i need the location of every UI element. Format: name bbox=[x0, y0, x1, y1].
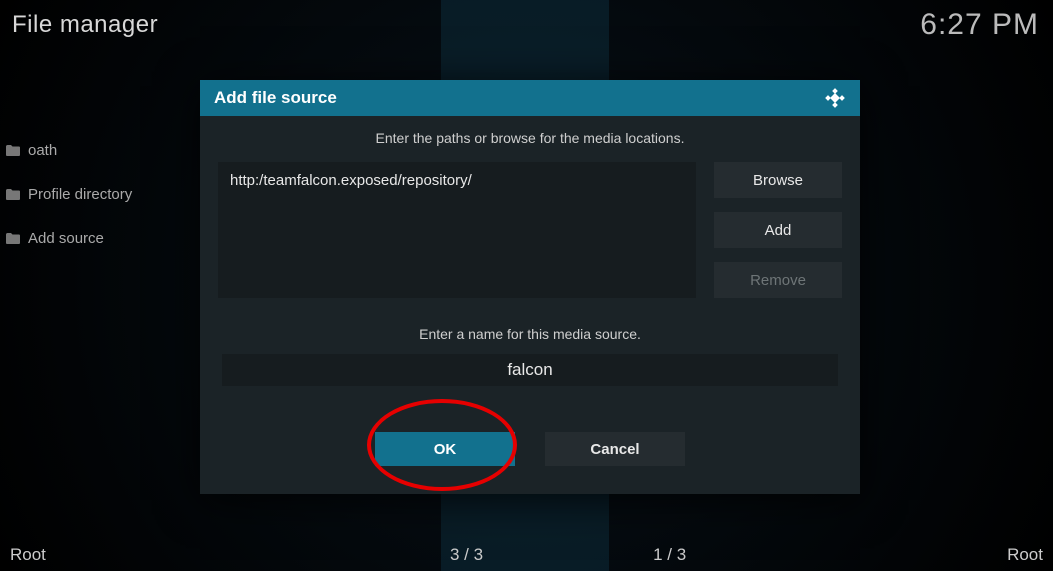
add-button[interactable]: Add bbox=[714, 212, 842, 248]
sidebar-item-profile-directory[interactable]: Profile directory bbox=[0, 172, 180, 216]
page-title: File manager bbox=[12, 11, 158, 39]
dialog-actions: OK Cancel bbox=[218, 432, 842, 466]
header: File manager 6:27 PM bbox=[12, 8, 1039, 42]
clock: 6:27 PM bbox=[920, 8, 1039, 42]
add-file-source-dialog: Add file source Enter the paths or brows… bbox=[200, 80, 860, 494]
sidebar-item-add-source[interactable]: Add source bbox=[0, 216, 180, 260]
footer-count-left: 3 / 3 bbox=[450, 545, 483, 565]
footer-count-right: 1 / 3 bbox=[653, 545, 686, 565]
remove-button: Remove bbox=[714, 262, 842, 298]
folder-icon bbox=[6, 233, 20, 244]
footer-right-root: Root bbox=[1007, 545, 1043, 565]
ok-button[interactable]: OK bbox=[375, 432, 515, 466]
paths-hint-text: Enter the paths or browse for the media … bbox=[218, 130, 842, 146]
sidebar: oath Profile directory Add source bbox=[0, 128, 180, 260]
source-name-input[interactable]: falcon bbox=[222, 354, 838, 386]
path-value: http:/teamfalcon.exposed/repository/ bbox=[230, 172, 472, 189]
cancel-button[interactable]: Cancel bbox=[545, 432, 685, 466]
folder-icon bbox=[6, 189, 20, 200]
folder-icon bbox=[6, 145, 20, 156]
dialog-title: Add file source bbox=[214, 88, 337, 108]
sidebar-item-oath[interactable]: oath bbox=[0, 128, 180, 172]
footer-left-root: Root bbox=[10, 545, 390, 565]
dialog-titlebar: Add file source bbox=[200, 80, 860, 116]
source-name-value: falcon bbox=[507, 360, 552, 380]
dialog-body: Enter the paths or browse for the media … bbox=[200, 116, 860, 494]
kodi-logo-icon bbox=[824, 87, 846, 109]
name-hint-text: Enter a name for this media source. bbox=[218, 326, 842, 342]
path-input[interactable]: http:/teamfalcon.exposed/repository/ bbox=[218, 162, 696, 298]
sidebar-item-label: Profile directory bbox=[28, 186, 132, 203]
sidebar-item-label: oath bbox=[28, 142, 57, 159]
sidebar-item-label: Add source bbox=[28, 230, 104, 247]
footer: Root 3 / 3 1 / 3 Root bbox=[10, 545, 1043, 565]
browse-button[interactable]: Browse bbox=[714, 162, 842, 198]
